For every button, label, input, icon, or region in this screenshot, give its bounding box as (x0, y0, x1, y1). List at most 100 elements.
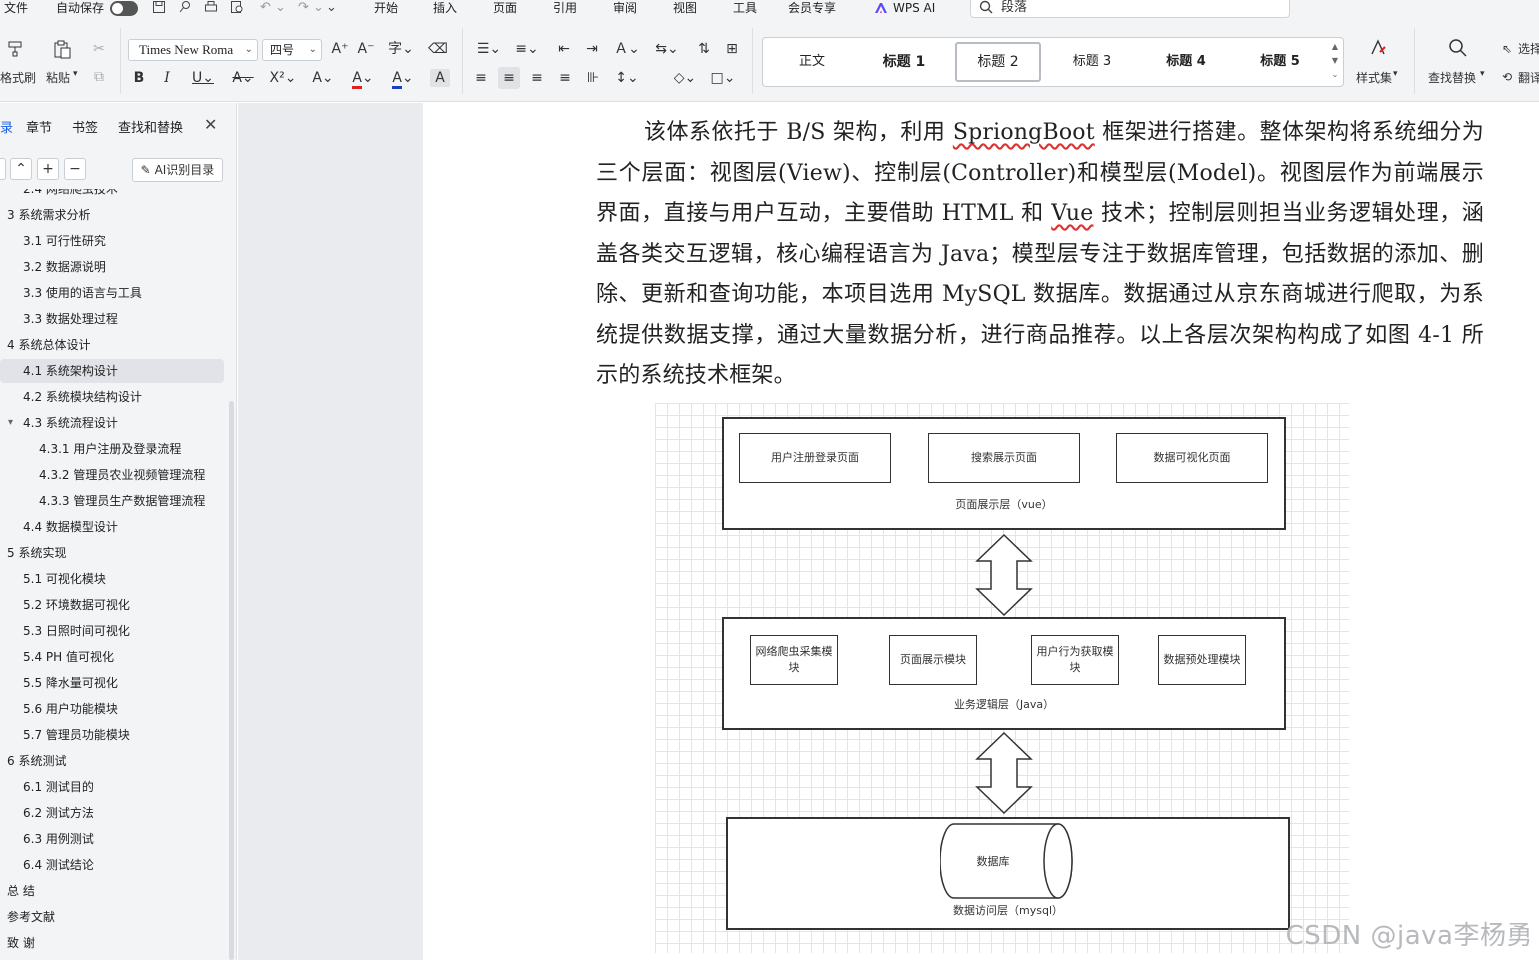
align-left-icon[interactable]: ≡ (472, 69, 490, 87)
share-icon[interactable] (178, 0, 192, 18)
toc-item[interactable]: 3.1 可行性研究 (0, 229, 224, 253)
style-heading-4[interactable]: 标题 4 (1143, 42, 1229, 82)
align-center-icon[interactable]: ≡ (498, 67, 520, 89)
char-shading-icon[interactable]: A (430, 69, 450, 87)
command-search[interactable]: 段落 (970, 0, 1290, 18)
text-effect-icon[interactable]: A⌄ (308, 69, 338, 87)
tab-insert[interactable]: 插入 (433, 0, 457, 18)
toc-item[interactable]: 2.4 网络爬虫技术 (0, 189, 224, 201)
tab-toc[interactable]: 录 (0, 117, 13, 136)
quick-access-dropdown-icon[interactable]: ⌄ (326, 0, 337, 18)
bullet-list-icon[interactable]: ☰⌄ (474, 40, 504, 58)
highlight-color-icon[interactable]: A⌄ (348, 69, 378, 89)
body-paragraph[interactable]: 该体系依托于 B/S 架构，利用 SpriongBoot 框架进行搭建。整体架构… (596, 113, 1484, 397)
toc-item[interactable]: 3.3 使用的语言与工具 (0, 281, 224, 305)
italic-icon[interactable]: I (158, 69, 176, 87)
tab-member[interactable]: 会员专享 (788, 0, 836, 18)
collapse-level-icon[interactable]: ⌃ (10, 158, 32, 180)
toc-item[interactable]: 6 系统测试 (0, 749, 224, 773)
line-spacing-icon[interactable]: ↕⌄ (612, 69, 642, 87)
line-break-icon[interactable]: ⇆⌄ (652, 40, 682, 58)
toc-item[interactable]: 5.5 降水量可视化 (0, 671, 224, 695)
select-button[interactable]: 选择 (1518, 40, 1539, 57)
font-size-select[interactable]: 四号 ⌄ (262, 39, 322, 61)
superscript-icon[interactable]: X²⌄ (268, 69, 298, 87)
toc-item[interactable]: ▾ 4.3 系统流程设计 (0, 411, 224, 435)
tab-page[interactable]: 页面 (493, 0, 517, 18)
add-heading-icon[interactable]: + (37, 158, 59, 180)
toc-item[interactable]: 4 系统总体设计 (0, 333, 224, 357)
gallery-scroll-icon[interactable]: ▲ ▼ ⌄ (1329, 40, 1341, 82)
toc-item[interactable]: 5 系统实现 (0, 541, 224, 565)
toc-item[interactable]: 4.2 系统模块结构设计 (0, 385, 224, 409)
style-heading-2[interactable]: 标题 2 (955, 42, 1041, 82)
find-replace-button[interactable]: 查找替换 (1428, 69, 1476, 86)
underline-icon[interactable]: U⌄ (188, 69, 218, 87)
toc-item[interactable]: 4.3.3 管理员生产数据管理流程 (0, 489, 224, 513)
document-page[interactable]: 该体系依托于 B/S 架构，利用 SpriongBoot 框架进行搭建。整体架构… (423, 103, 1539, 960)
distributed-icon[interactable]: ⊪ (584, 69, 602, 87)
find-replace-icon[interactable] (1446, 38, 1470, 63)
style-set-button[interactable]: 样式集 (1356, 69, 1392, 86)
translate-button[interactable]: 翻译 (1518, 69, 1539, 86)
toc-item[interactable]: 5.1 可视化模块 (0, 567, 224, 591)
toc-scrollbar[interactable] (229, 401, 234, 960)
border-icon[interactable]: □⌄ (708, 69, 738, 87)
toc-item[interactable]: 6.4 测试结论 (0, 853, 224, 877)
tab-review[interactable]: 审阅 (613, 0, 637, 18)
expand-caret-icon[interactable]: ▾ (8, 411, 13, 435)
close-icon[interactable]: ✕ (204, 115, 217, 134)
toc-item[interactable]: 5.4 PH 值可视化 (0, 645, 224, 669)
bold-icon[interactable]: B (130, 69, 148, 87)
redo-icon[interactable]: ↷ ⌄ (298, 0, 324, 18)
clear-format-icon[interactable]: ⌫ (428, 40, 448, 58)
paste-button[interactable]: 粘贴 (46, 69, 70, 86)
toc-item[interactable]: 4.3.2 管理员农业视频管理流程 (0, 463, 224, 487)
toc-item[interactable]: 3 系统需求分析 (0, 203, 224, 227)
toc-item[interactable]: 6.1 测试目的 (0, 775, 224, 799)
ai-toc-button[interactable]: ✎ AI识别目录 (132, 158, 223, 182)
format-painter-button[interactable]: 格式刷 (0, 69, 36, 86)
toc-item[interactable]: 4.1 系统架构设计 (0, 359, 224, 383)
style-heading-3[interactable]: 标题 3 (1049, 42, 1135, 82)
toc-item[interactable]: 5.6 用户功能模块 (0, 697, 224, 721)
numbered-list-icon[interactable]: ≡⌄ (512, 40, 542, 58)
tab-view[interactable]: 视图 (673, 0, 697, 18)
tab-find-replace[interactable]: 查找和替换 (118, 117, 183, 136)
translate-icon[interactable]: ⟲ (1500, 68, 1514, 86)
justify-icon[interactable]: ≡ (556, 69, 574, 87)
shading-icon[interactable]: ◇⌄ (670, 69, 700, 87)
strikethrough-icon[interactable]: A⌄ (228, 69, 258, 87)
toc-item[interactable]: 6.3 用例测试 (0, 827, 224, 851)
style-normal[interactable]: 正文 (769, 42, 855, 82)
tab-references[interactable]: 引用 (553, 0, 577, 18)
select-cursor-icon[interactable]: ⇖ (1500, 40, 1514, 58)
toc-item[interactable]: 5.7 管理员功能模块 (0, 723, 224, 747)
increase-indent-icon[interactable]: ⇥ (582, 40, 602, 58)
increase-font-icon[interactable]: A⁺ (330, 40, 350, 58)
align-right-icon[interactable]: ≡ (528, 69, 546, 87)
tab-chapters[interactable]: 章节 (26, 117, 52, 136)
wps-ai-button[interactable]: WPS AI (893, 0, 935, 18)
toc-item[interactable]: 3.2 数据源说明 (0, 255, 224, 279)
autosave-toggle[interactable] (110, 1, 138, 16)
decrease-font-icon[interactable]: A⁻ (356, 40, 376, 58)
font-color-icon[interactable]: A⌄ (388, 69, 418, 89)
toc-item[interactable]: 4.3.1 用户注册及登录流程 (0, 437, 224, 461)
decrease-indent-icon[interactable]: ⇤ (554, 40, 574, 58)
style-set-icon[interactable] (1366, 38, 1390, 63)
phonetic-guide-icon[interactable]: 字⌄ (386, 40, 416, 58)
cut-icon[interactable]: ✂ (90, 40, 108, 58)
copy-icon[interactable]: ⧉ (90, 68, 108, 86)
paste-icon[interactable] (50, 39, 74, 64)
remove-heading-icon[interactable]: − (64, 158, 86, 180)
style-heading-5[interactable]: 标题 5 (1237, 42, 1323, 82)
format-painter-icon[interactable] (4, 40, 26, 63)
print-icon[interactable] (204, 0, 218, 18)
toc-item[interactable]: 4.4 数据模型设计 (0, 515, 224, 539)
toc-item[interactable]: 总 结 (0, 879, 224, 903)
tab-tools[interactable]: 工具 (733, 0, 757, 18)
text-direction-icon[interactable]: Ａ⌄ (612, 40, 642, 58)
toc-nav-button[interactable] (0, 158, 6, 180)
style-heading-1[interactable]: 标题 1 (861, 42, 947, 82)
